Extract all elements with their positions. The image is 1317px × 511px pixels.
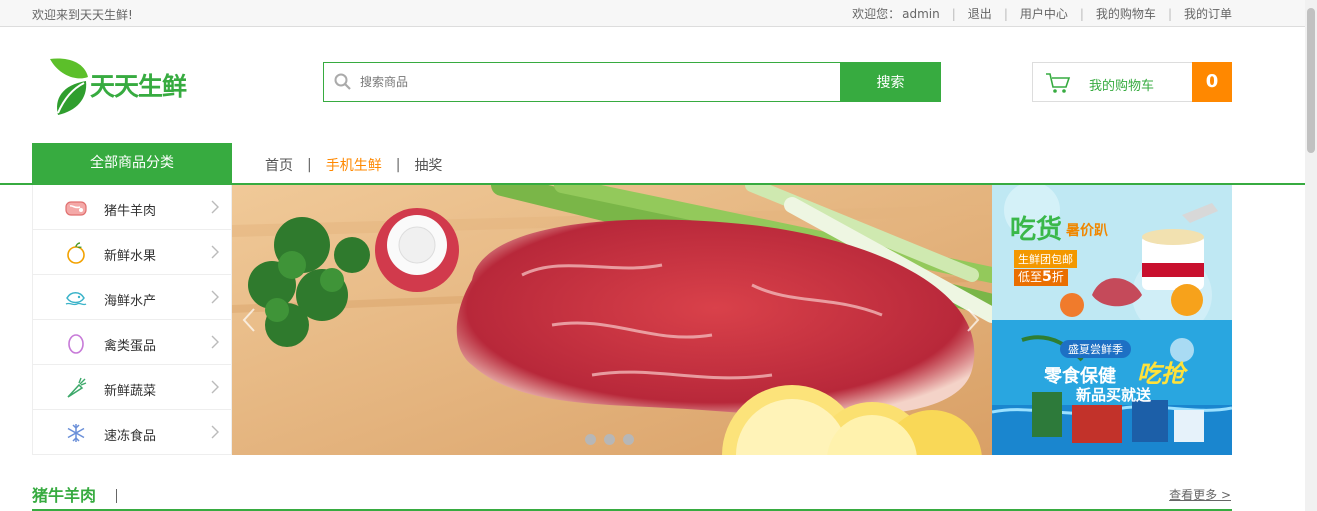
category-label: 新鲜蔬菜 [104, 384, 157, 399]
category-label: 猪牛羊肉 [104, 204, 157, 219]
search-button[interactable]: 搜索 [840, 62, 941, 102]
greeting-text: 欢迎您： [852, 7, 901, 21]
chevron-right-icon [211, 425, 219, 439]
nav-mobile-fresh[interactable]: 手机生鲜 [326, 155, 382, 175]
slider-dots [585, 434, 634, 445]
banner-steak-image [232, 185, 992, 455]
divider: | [1079, 6, 1084, 21]
category-sidebar: 猪牛羊肉 新鲜水果 海鲜水产 禽类蛋品 新鲜蔬菜 速冻食品 [32, 185, 232, 455]
slider-dot[interactable] [585, 434, 596, 445]
promo-banner-snacks[interactable]: 吃货 暑价趴 生鲜团包邮 低至5折 [992, 185, 1232, 320]
category-label: 速冻食品 [104, 429, 157, 444]
promo-sub: 新品买就送 [1076, 386, 1152, 404]
chevron-right-icon [211, 245, 219, 259]
category-label: 海鲜水产 [104, 294, 157, 309]
category-item-meat[interactable]: 猪牛羊肉 [33, 185, 231, 230]
snowflake-icon [67, 424, 85, 442]
main-nav: 首页 | 手机生鲜 | 抽奖 [265, 155, 442, 175]
top-links: 欢迎您： admin | 退出 | 用户中心 | 我的购物车 | 我的订单 [852, 5, 1232, 22]
view-more-link[interactable]: 查看更多 > [1169, 486, 1231, 503]
fruit-icon [67, 242, 85, 264]
carrot-icon [67, 377, 87, 398]
divider: | [1167, 6, 1172, 21]
next-slide-icon[interactable] [966, 307, 980, 333]
all-categories-button[interactable]: 全部商品分类 [32, 143, 232, 184]
nav-home[interactable]: 首页 [265, 155, 293, 175]
chevron-right-icon [211, 335, 219, 349]
cart-icon [1046, 73, 1071, 93]
promo-unit: 折 [1051, 270, 1064, 284]
scrollbar-thumb[interactable] [1307, 8, 1315, 153]
slider-dot[interactable] [604, 434, 615, 445]
chevron-right-icon [211, 290, 219, 304]
chevron-right-icon [211, 200, 219, 214]
search-icon [334, 73, 351, 90]
divider: | [395, 157, 401, 173]
category-item-vegetables[interactable]: 新鲜蔬菜 [33, 365, 231, 410]
username: admin [902, 6, 940, 21]
category-item-seafood[interactable]: 海鲜水产 [33, 275, 231, 320]
category-item-eggs[interactable]: 禽类蛋品 [33, 320, 231, 365]
category-item-frozen[interactable]: 速冻食品 [33, 410, 231, 455]
banner-slider[interactable] [232, 185, 992, 455]
divider: | [951, 6, 956, 21]
cart-widget[interactable]: 我的购物车 0 [1032, 62, 1232, 102]
welcome-text: 欢迎来到天天生鲜! [32, 8, 133, 22]
promo-banner-summer[interactable]: 盛夏尝鲜季 零食保健 吃抢 新品买就送 [992, 320, 1232, 455]
section-divider [116, 489, 117, 503]
promo-headline: 吃货 [1010, 215, 1063, 245]
divider: | [307, 157, 312, 173]
promo-tag: 盛夏尝鲜季 [1060, 340, 1131, 358]
search-bar: 搜索 [323, 62, 941, 102]
cart-count-badge: 0 [1192, 62, 1232, 102]
slider-dot[interactable] [623, 434, 634, 445]
promo-sub: 暑价趴 [1066, 223, 1108, 239]
logout-link[interactable]: 退出 [968, 5, 992, 22]
promo-discount: 5 [1042, 269, 1052, 285]
nav-lottery[interactable]: 抽奖 [414, 155, 442, 175]
my-orders-link[interactable]: 我的订单 [1184, 5, 1232, 22]
chevron-right-icon [211, 380, 219, 394]
egg-icon [68, 334, 84, 354]
divider: | [1003, 6, 1008, 21]
top-bar: 欢迎来到天天生鲜! 欢迎您： admin | 退出 | 用户中心 | 我的购物车… [0, 0, 1305, 27]
section-title: 猪牛羊肉 [32, 486, 97, 505]
cart-label: 我的购物车 [1089, 79, 1155, 94]
promo-line2: 低至 [1018, 270, 1043, 284]
search-input[interactable] [360, 63, 840, 101]
fish-icon [65, 292, 87, 306]
category-label: 禽类蛋品 [104, 339, 157, 354]
logo-text: 天天生鲜 [90, 72, 187, 101]
promo-line2-wrap: 低至5折 [1014, 269, 1068, 286]
user-center-link[interactable]: 用户中心 [1020, 5, 1068, 22]
promo-line1: 生鲜团包邮 [1014, 250, 1077, 268]
my-cart-link[interactable]: 我的购物车 [1096, 5, 1156, 22]
category-item-fruit[interactable]: 新鲜水果 [33, 230, 231, 275]
page-scrollbar[interactable] [1305, 0, 1317, 511]
site-logo[interactable]: 天天生鲜 [48, 55, 208, 117]
category-label: 新鲜水果 [104, 249, 157, 264]
meat-icon [65, 201, 87, 216]
prev-slide-icon[interactable] [242, 307, 256, 333]
